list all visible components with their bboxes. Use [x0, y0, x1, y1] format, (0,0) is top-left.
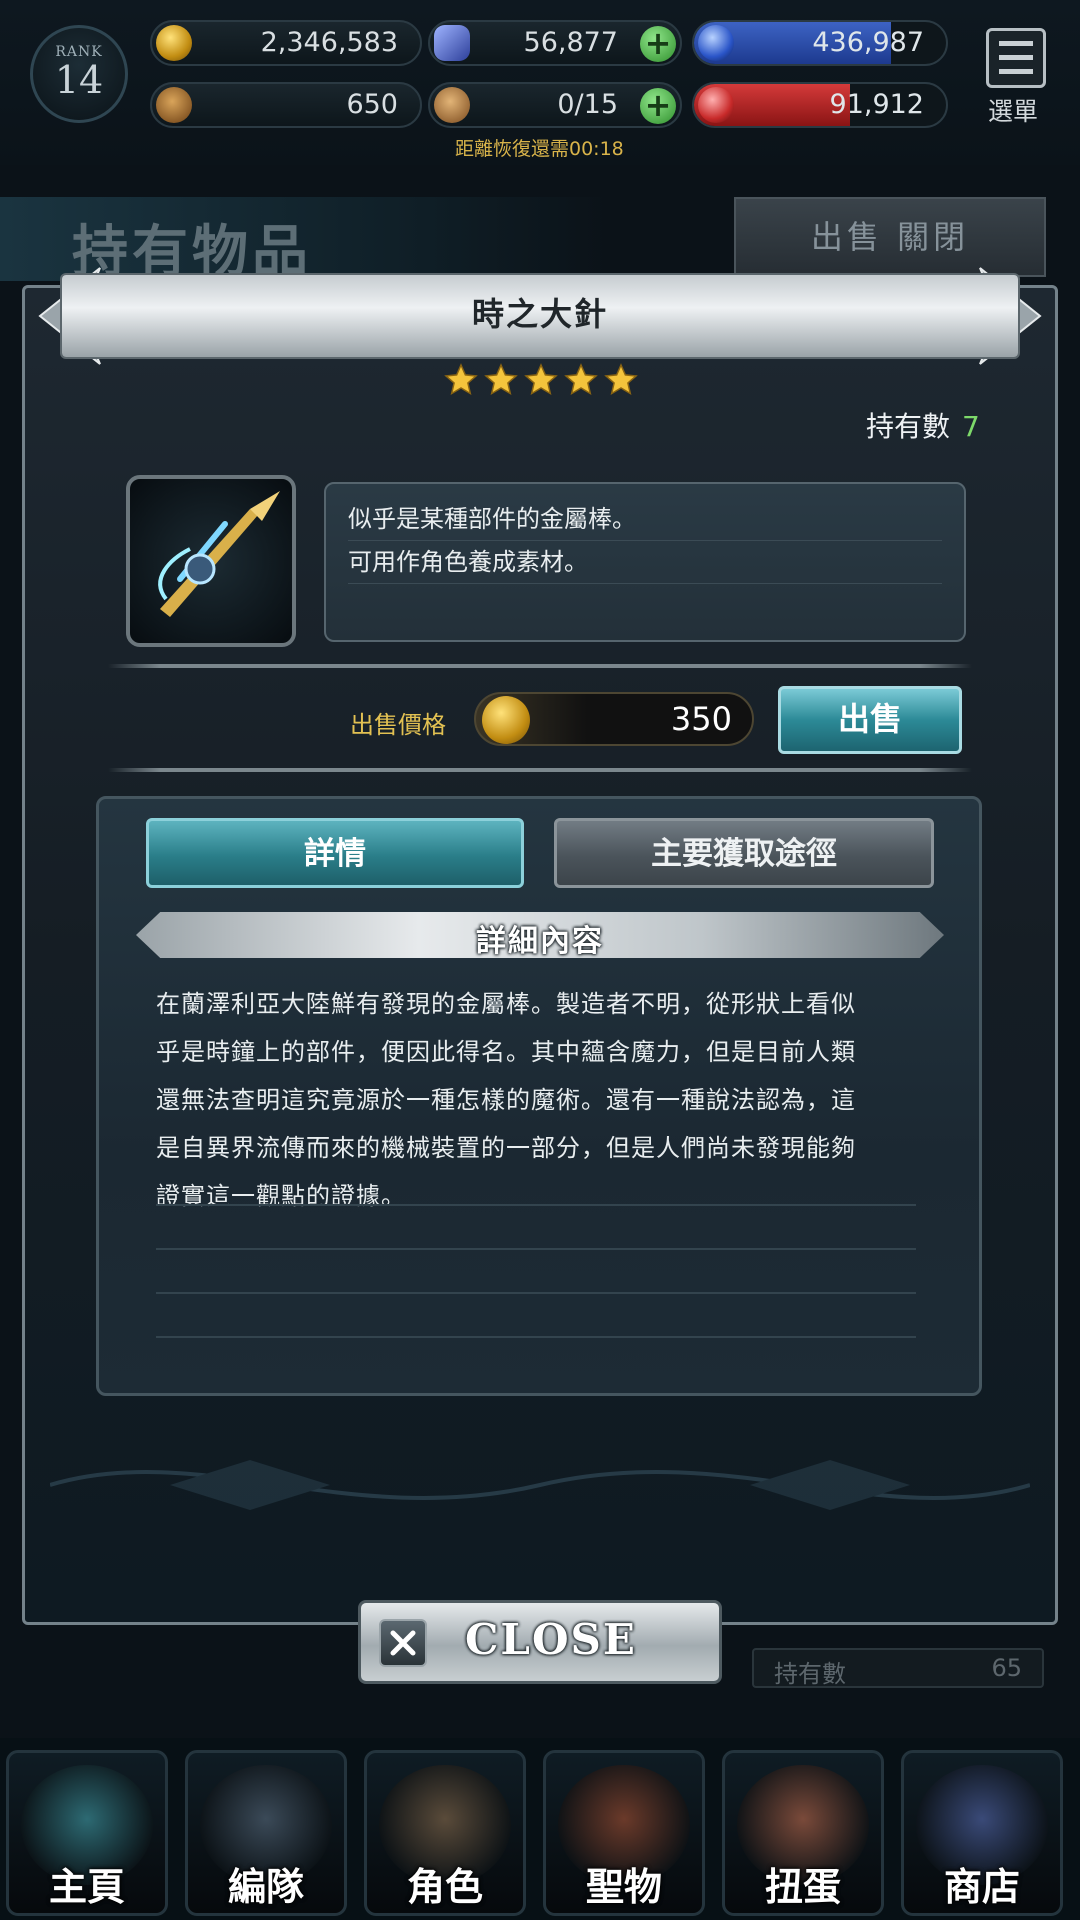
sell-price-box: 350 [474, 692, 754, 746]
nav-item-home[interactable]: 主頁 [6, 1750, 168, 1916]
sell-button[interactable]: 出售 [778, 686, 962, 754]
owned-count: 持有數 7 [866, 405, 980, 445]
background-owned-label: 持有數 [774, 1660, 846, 1688]
text-rule [156, 1292, 916, 1294]
blue-orb-gauge: 436,987 [692, 20, 948, 66]
star-icon [524, 363, 558, 396]
add-crystal-button[interactable]: + [640, 26, 676, 62]
gold-counter: 2,346,583 [150, 20, 422, 66]
star-icon [484, 363, 518, 396]
nav-item-label: 商店 [943, 1865, 1020, 1909]
blue-orb-icon [698, 25, 734, 61]
star-icon [564, 363, 598, 396]
sell-price-value: 350 [670, 700, 732, 738]
item-icon [126, 475, 296, 647]
detail-heading-banner: 詳細內容 [136, 912, 944, 958]
menu-label: 選單 [988, 97, 1039, 126]
gem-stamina-icon [434, 87, 470, 123]
rarity-stars [436, 362, 646, 402]
medal-counter: 650 [150, 82, 422, 128]
detail-text: 在蘭澤利亞大陸鮮有發現的金屬棒。製造者不明，從形狀上看似 乎是時鐘上的部件，便因… [156, 980, 936, 1220]
close-icon [379, 1619, 427, 1667]
text-rule [156, 1336, 916, 1338]
red-orb-value: 91,912 [829, 89, 924, 120]
nav-item-relic[interactable]: 聖物 [543, 1750, 705, 1916]
gold-coin-icon [156, 25, 192, 61]
description-line: 可用作角色養成素材。 [348, 541, 942, 584]
background-owned-count: 持有數 65 [752, 1648, 1044, 1688]
menu-icon-bar [999, 55, 1033, 60]
tab-acquisition[interactable]: 主要獲取途徑 [554, 818, 934, 888]
owned-count-value: 7 [962, 410, 980, 443]
text-rule [156, 1248, 916, 1250]
stamina-counter: 0/15 + [428, 82, 682, 128]
menu-icon-bar [999, 69, 1033, 74]
bottom-navigation: 主頁 編隊 角色 聖物 扭蛋 商店 [0, 1738, 1080, 1920]
item-name: 時之大針 [471, 295, 608, 333]
stamina-value: 0/15 [557, 89, 618, 120]
close-label: CLOSE [465, 1615, 637, 1664]
recovery-timer: 距離恢復還需00:18 [455, 138, 624, 160]
nav-item-gacha[interactable]: 扭蛋 [722, 1750, 884, 1916]
star-icon [604, 363, 638, 396]
decorative-flourish-icon [50, 1460, 1030, 1510]
star-icon [444, 363, 478, 396]
add-stamina-button[interactable]: + [640, 88, 676, 124]
nav-item-label: 編隊 [227, 1865, 304, 1909]
close-button[interactable]: CLOSE [358, 1600, 722, 1684]
detail-line: 還無法查明這究竟源於一種怎樣的魔術。還有一種說法認為，這 [156, 1086, 856, 1114]
menu-icon [999, 41, 1033, 46]
blue-orb-value: 436,987 [812, 27, 924, 58]
clock-hand-icon [158, 491, 280, 617]
medal-value: 650 [346, 89, 398, 120]
crystal-counter: 56,877 + [428, 20, 682, 66]
crystal-icon [434, 25, 470, 61]
divider [108, 664, 972, 668]
gold-coin-icon [482, 696, 530, 744]
tab-details[interactable]: 詳情 [146, 818, 524, 888]
nav-item-label: 聖物 [585, 1865, 662, 1909]
divider [108, 768, 972, 772]
nav-item-label: 角色 [406, 1865, 483, 1909]
gold-value: 2,346,583 [260, 27, 398, 58]
nav-item-shop[interactable]: 商店 [901, 1750, 1063, 1916]
dialog-header: 時之大針 [62, 275, 1018, 357]
detail-heading: 詳細內容 [476, 924, 604, 959]
nav-item-character[interactable]: 角色 [364, 1750, 526, 1916]
rank-badge: RANK 14 [30, 25, 128, 123]
text-rule [156, 1204, 916, 1206]
rank-value: 14 [54, 58, 104, 102]
background-owned-value: 65 [991, 1654, 1022, 1682]
red-orb-gauge: 91,912 [692, 82, 948, 128]
detail-line: 證實這一觀點的證據。 [156, 1182, 406, 1210]
owned-count-label: 持有數 [866, 410, 951, 443]
medal-icon [156, 87, 192, 123]
menu-button[interactable] [986, 28, 1046, 88]
nav-item-party[interactable]: 編隊 [185, 1750, 347, 1916]
item-description: 似乎是某種部件的金屬棒。 可用作角色養成素材。 [324, 482, 966, 642]
description-line: 似乎是某種部件的金屬棒。 [348, 498, 942, 541]
detail-line: 乎是時鐘上的部件，便因此得名。其中蘊含魔力，但是目前人類 [156, 1038, 856, 1066]
nav-item-label: 扭蛋 [764, 1865, 841, 1909]
status-bar: RANK 14 2,346,583 56,877 + 436,987 650 0… [0, 0, 1080, 165]
detail-line: 在蘭澤利亞大陸鮮有發現的金屬棒。製造者不明，從形狀上看似 [156, 990, 856, 1018]
detail-line: 是自異界流傳而來的機械裝置的一部分，但是人們尚未發現能夠 [156, 1134, 856, 1162]
nav-item-label: 主頁 [48, 1865, 125, 1909]
crystal-value: 56,877 [523, 27, 618, 58]
red-orb-icon [698, 87, 734, 123]
sell-price-label: 出售價格 [350, 711, 446, 739]
